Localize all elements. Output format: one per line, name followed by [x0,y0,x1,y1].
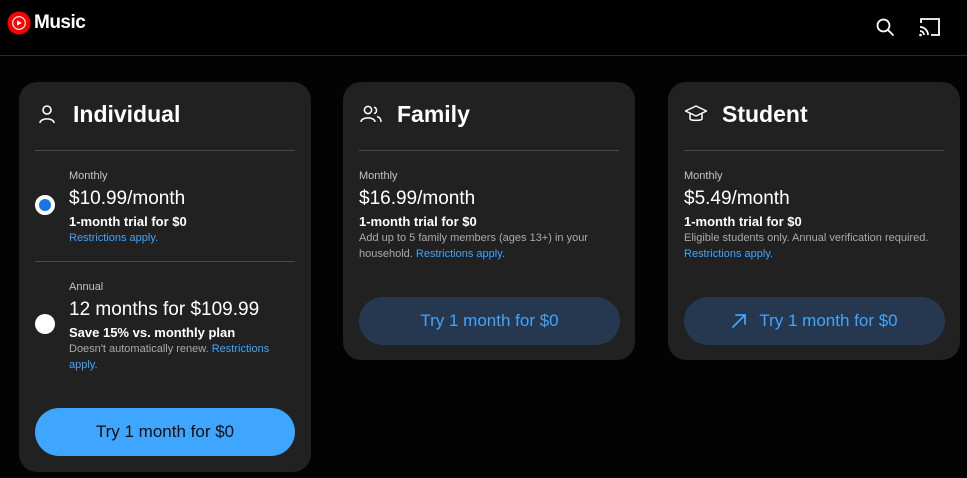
plan-title: Student [722,100,808,127]
option-trial: 1-month trial for $0 [684,214,802,229]
option-trial: Save 15% vs. monthly plan [69,325,236,340]
option-trial: 1-month trial for $0 [69,214,187,229]
graduation-cap-icon [684,102,708,126]
cast-icon [919,18,940,37]
option-note-text: Eligible students only. Annual verificat… [684,232,929,244]
try-button-individual[interactable]: Try 1 month for $0 [35,408,295,456]
plan-header: Student [684,100,808,128]
option-monthly: Monthly $5.49/month 1-month trial for $0… [684,169,946,262]
radio-annual[interactable] [35,314,55,334]
option-price: 12 months for $109.99 [69,299,260,320]
plan-card-family: Family Monthly $16.99/month 1-month tria… [343,82,635,360]
try-button-family[interactable]: Try 1 month for $0 [359,297,620,345]
plan-card-student: Student Monthly $5.49/month 1-month tria… [668,82,960,360]
option-price: $5.49/month [684,188,790,209]
radio-monthly[interactable] [35,195,55,215]
plan-title: Family [397,100,470,127]
option-note: Doesn't automatically renew. Restriction… [69,341,299,373]
divider [35,150,295,151]
divider [35,261,295,262]
divider [684,150,944,151]
plan-header: Individual [35,100,180,128]
group-icon [359,102,383,126]
option-period: Monthly [69,170,108,182]
search-button[interactable] [872,14,898,40]
option-monthly[interactable]: Monthly $10.99/month 1-month trial for $… [69,169,299,246]
option-price: $16.99/month [359,188,476,209]
cast-button[interactable] [917,14,943,40]
option-note-text: Doesn't automatically renew. [69,343,209,355]
youtube-music-logo-icon [7,11,31,35]
app-name: Music [34,12,86,33]
top-bar: Music [0,0,967,56]
option-monthly: Monthly $16.99/month 1-month trial for $… [359,169,621,262]
person-icon [35,102,59,126]
plan-header: Family [359,100,470,128]
restrictions-link[interactable]: Restrictions apply. [416,248,505,260]
option-note: Add up to 5 family members (ages 13+) in… [359,230,621,262]
youtube-music-logo[interactable]: Music [7,11,86,35]
option-period: Monthly [359,170,398,182]
option-period: Monthly [684,170,723,182]
search-icon [876,18,894,36]
option-period: Annual [69,281,104,293]
option-annual[interactable]: Annual 12 months for $109.99 Save 15% vs… [69,280,299,373]
try-button-student[interactable]: Try 1 month for $0 [684,297,945,345]
option-price: $10.99/month [69,188,186,209]
divider [359,150,619,151]
external-arrow-icon [731,313,747,329]
plan-title: Individual [73,100,181,127]
option-trial: 1-month trial for $0 [359,214,477,229]
try-button-label: Try 1 month for $0 [759,311,898,330]
restrictions-link[interactable]: Restrictions apply. [69,232,158,244]
restrictions-link[interactable]: Restrictions apply. [684,248,773,260]
option-note: Eligible students only. Annual verificat… [684,230,946,262]
plan-card-individual: Individual Monthly $10.99/month 1-month … [19,82,311,472]
